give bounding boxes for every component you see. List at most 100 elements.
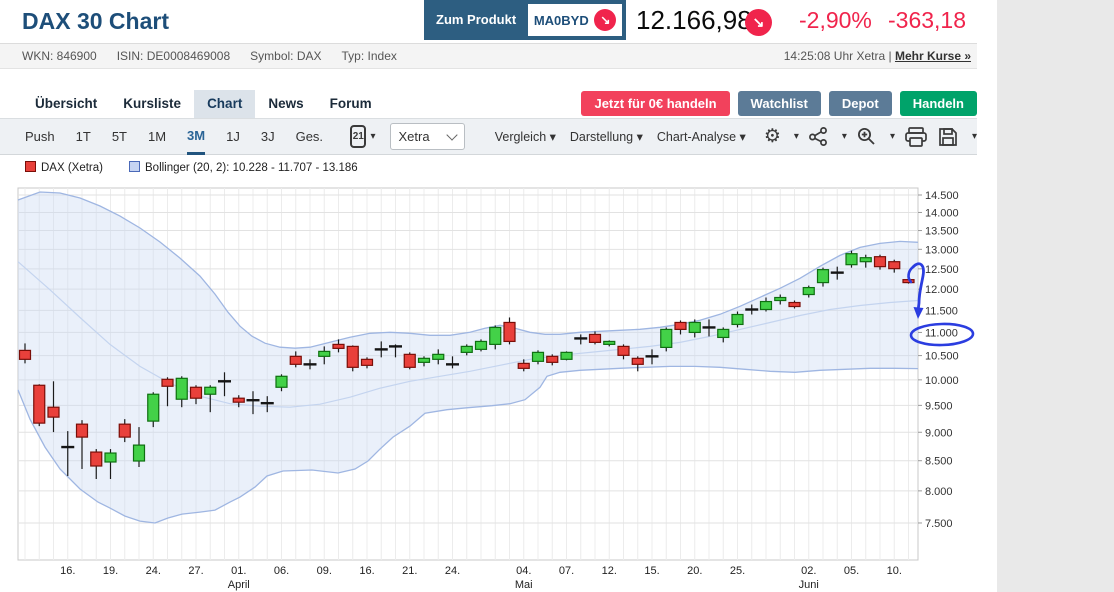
indicators-icon[interactable]: [808, 126, 829, 147]
period-1m[interactable]: 1M: [148, 119, 166, 155]
up-candle: [761, 302, 772, 310]
x-tick-label: 21.: [402, 565, 417, 577]
up-candle: [661, 329, 672, 347]
chevron-down-icon: ▾: [842, 131, 847, 142]
calendar-icon[interactable]: 21: [350, 125, 366, 148]
trend-down-icon: ↘: [745, 9, 772, 36]
down-candle: [233, 398, 244, 402]
period-1j[interactable]: 1J: [226, 119, 240, 155]
zum-produkt-button[interactable]: Zum Produkt: [424, 0, 528, 40]
y-axis: 14.50014.00013.50013.00012.50012.00011.5…: [918, 190, 959, 530]
up-candle: [105, 453, 116, 462]
save-icon[interactable]: [937, 126, 959, 148]
up-candle: [775, 298, 786, 301]
period-3m[interactable]: 3M: [187, 119, 205, 155]
jetzt-f-r-0-handeln-button[interactable]: Jetzt für 0€ handeln: [581, 91, 729, 116]
y-tick-label: 12.500: [925, 264, 959, 276]
x-tick-label: 07.: [559, 565, 574, 577]
x-tick-label: 05.: [844, 565, 859, 577]
chevron-down-icon: [446, 129, 457, 140]
down-candle: [191, 387, 202, 398]
right-gutter: [997, 0, 1114, 592]
down-candle: [119, 424, 130, 437]
up-candle: [689, 322, 700, 332]
candlestick-chart[interactable]: 14.50014.00013.50013.00012.50012.00011.5…: [0, 185, 985, 592]
period-1t[interactable]: 1T: [76, 119, 91, 155]
darstellung-menu[interactable]: Darstellung ▾: [570, 129, 643, 144]
gear-icon[interactable]: ⚙: [764, 127, 781, 146]
x-tick-label: 27.: [188, 565, 203, 577]
down-candle: [162, 379, 173, 386]
down-candle: [48, 407, 59, 417]
period-push[interactable]: Push: [25, 119, 55, 155]
up-candle: [148, 394, 159, 421]
down-candle: [20, 350, 31, 359]
x-tick-label: 06.: [274, 565, 289, 577]
down-candle: [547, 356, 558, 362]
vergleich-menu[interactable]: Vergleich ▾: [495, 129, 556, 144]
period-3j[interactable]: 3J: [261, 119, 275, 155]
handeln-button[interactable]: Handeln: [900, 91, 977, 116]
meta-item: WKN: 846900: [22, 49, 97, 63]
up-candle: [718, 329, 729, 337]
down-candle: [518, 363, 529, 368]
tab-übersicht[interactable]: Übersicht: [22, 90, 110, 118]
x-tick-label: 04.: [516, 565, 531, 577]
exchange-select[interactable]: Xetra: [390, 123, 465, 150]
period-buttons: Push 1T 5T 1M 3M 1J 3J Ges.: [25, 119, 344, 155]
period-ges.[interactable]: Ges.: [296, 119, 323, 155]
up-candle: [476, 341, 487, 349]
wkn-badge[interactable]: MA0BYD ↘: [528, 4, 622, 36]
down-candle: [91, 452, 102, 466]
print-icon[interactable]: [904, 126, 928, 148]
up-candle: [134, 445, 145, 461]
down-candle: [889, 262, 900, 269]
down-candle: [618, 346, 629, 355]
chart-analyse-menu[interactable]: Chart-Analyse ▾: [657, 129, 746, 144]
down-candle: [675, 322, 686, 329]
watchlist-button[interactable]: Watchlist: [738, 91, 821, 116]
x-month-label: April: [228, 579, 250, 591]
y-tick-label: 10.000: [925, 375, 959, 387]
chevron-down-icon: ▾: [972, 131, 977, 142]
down-candle: [347, 346, 358, 367]
x-tick-label: 12.: [602, 565, 617, 577]
instrument-meta: WKN: 846900ISIN: DE0008469008Symbol: DAX…: [22, 44, 417, 68]
x-tick-label: 09.: [317, 565, 332, 577]
legend-item: DAX (Xetra): [25, 161, 103, 174]
y-tick-label: 13.500: [925, 226, 959, 238]
x-tick-label: 24.: [146, 565, 161, 577]
up-candle: [533, 352, 544, 361]
legend-label: DAX (Xetra): [41, 162, 103, 174]
tab-chart[interactable]: Chart: [194, 90, 255, 118]
chevron-down-icon: ▾: [890, 131, 895, 142]
y-tick-label: 14.000: [925, 207, 959, 219]
mehr-kurse-link[interactable]: Mehr Kurse »: [895, 49, 971, 63]
tab-forum[interactable]: Forum: [317, 90, 385, 118]
current-price: 12.166,98: [636, 5, 752, 36]
x-tick-label: 24.: [445, 565, 460, 577]
page-content: DAX 30 Chart Zum Produkt MA0BYD ↘ 12.166…: [0, 0, 977, 592]
period-5t[interactable]: 5T: [112, 119, 127, 155]
depot-button[interactable]: Depot: [829, 91, 892, 116]
zoom-in-icon[interactable]: [856, 126, 877, 147]
y-tick-label: 8.000: [925, 486, 953, 498]
x-tick-label: 19.: [103, 565, 118, 577]
x-tick-label: 16.: [60, 565, 75, 577]
x-month-label: Juni: [799, 579, 819, 591]
product-badge: Zum Produkt MA0BYD ↘: [424, 0, 626, 40]
chart-toolbar: Push 1T 5T 1M 3M 1J 3J Ges. 21 ▾ Xetra Vergleic…: [0, 118, 977, 155]
tab-news[interactable]: News: [255, 90, 316, 118]
tab-kursliste[interactable]: Kursliste: [110, 90, 194, 118]
chevron-down-icon[interactable]: ▾: [370, 131, 375, 142]
legend-swatch: [25, 161, 36, 172]
chart-icon-buttons: ⚙ ▾ ▾ ▾: [764, 126, 977, 148]
nav-tabs: ÜbersichtKurslisteChartNewsForum: [22, 90, 385, 118]
down-candle: [632, 358, 643, 364]
x-tick-label: 02.: [801, 565, 816, 577]
down-candle: [333, 344, 344, 348]
x-tick-label: 16.: [359, 565, 374, 577]
meta-item: Symbol: DAX: [250, 49, 321, 63]
chevron-down-icon: ▾: [794, 131, 799, 142]
x-tick-label: 25.: [730, 565, 745, 577]
